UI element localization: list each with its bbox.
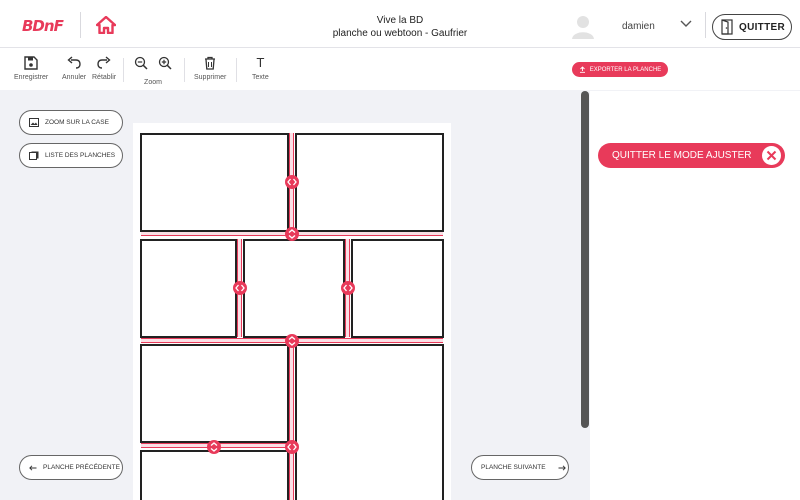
close-icon[interactable] — [762, 146, 781, 165]
redo-icon — [97, 56, 111, 69]
text-icon: T — [256, 56, 265, 70]
quit-label: QUITTER — [739, 21, 785, 33]
export-label: EXPORTER LA PLANCHE — [589, 66, 662, 73]
board-title: planche ou webtoon - Gaufrier — [332, 28, 468, 39]
resize-handle-horizontal[interactable] — [233, 281, 247, 295]
upload-icon — [579, 66, 585, 73]
resize-handle-vertical[interactable] — [285, 334, 299, 348]
boards-list-button[interactable]: LISTE DES PLANCHES — [19, 143, 123, 168]
zoom-group: Zoom — [132, 56, 174, 86]
door-exit-icon — [721, 19, 733, 35]
toolbar-divider — [123, 58, 124, 82]
redo-label: Rétablir — [92, 74, 117, 81]
zoom-in-button[interactable] — [158, 56, 172, 75]
quit-button[interactable]: QUITTER — [712, 14, 792, 40]
resize-handle-vertical[interactable] — [285, 227, 299, 241]
toolbar-divider — [236, 58, 237, 82]
comic-panel[interactable] — [295, 133, 444, 232]
export-board-button[interactable]: EXPORTER LA PLANCHE — [572, 62, 668, 77]
save-label: Enregistrer — [14, 74, 49, 81]
header-divider — [80, 12, 81, 38]
delete-button[interactable]: Supprimer — [194, 56, 226, 81]
zoom-out-icon — [134, 56, 148, 70]
header-divider — [705, 12, 706, 38]
comic-panel[interactable] — [351, 239, 444, 338]
save-button[interactable]: Enregistrer — [14, 56, 48, 81]
text-button[interactable]: T Texte — [252, 56, 269, 81]
image-icon — [29, 118, 39, 127]
gutter-vertical — [289, 343, 294, 500]
avatar[interactable] — [570, 13, 596, 39]
zoom-on-panel-button[interactable]: ZOOM SUR LA CASE — [19, 110, 123, 135]
quit-adjust-mode-button[interactable]: QUITTER LE MODE AJUSTER — [598, 143, 785, 168]
save-icon — [24, 56, 38, 70]
project-title: Vive la BD — [376, 15, 424, 26]
comic-board — [133, 123, 451, 500]
username[interactable]: damien — [622, 21, 655, 32]
undo-button[interactable]: Annuler — [62, 56, 86, 81]
text-label: Texte — [252, 74, 269, 81]
toolbar: Enregistrer Annuler Rétablir Zoom Suppri… — [0, 48, 800, 90]
next-board-button[interactable]: PLANCHE SUIVANTE — [471, 455, 569, 480]
comic-panel[interactable] — [140, 239, 237, 338]
resize-handle-horizontal[interactable] — [285, 440, 299, 454]
redo-button[interactable]: Rétablir — [92, 56, 116, 81]
trash-icon — [205, 56, 216, 70]
resize-handle-horizontal[interactable] — [341, 281, 355, 295]
previous-board-button[interactable]: PLANCHE PRÉCÉDENTE — [19, 455, 123, 480]
zoom-label: Zoom — [144, 79, 162, 86]
zoom-on-panel-label: ZOOM SUR LA CASE — [45, 119, 109, 126]
comic-panel[interactable] — [140, 133, 289, 232]
next-board-label: PLANCHE SUIVANTE — [481, 464, 546, 471]
home-icon[interactable] — [96, 16, 116, 34]
arrow-left-icon — [29, 464, 37, 471]
undo-icon — [67, 56, 81, 69]
undo-label: Annuler — [62, 74, 87, 81]
previous-board-label: PLANCHE PRÉCÉDENTE — [43, 464, 120, 471]
scrollbar[interactable] — [581, 91, 589, 428]
resize-handle-vertical[interactable] — [207, 440, 221, 454]
arrow-right-icon — [558, 464, 566, 471]
delete-label: Supprimer — [194, 74, 227, 81]
zoom-in-icon — [158, 56, 172, 70]
toolbar-divider — [184, 58, 185, 82]
comic-panel[interactable] — [295, 344, 444, 500]
brand-logo[interactable]: BDnF — [22, 17, 64, 35]
top-header: BDnF Vive la BD planche ou webtoon - Gau… — [0, 0, 800, 48]
resize-handle-horizontal[interactable] — [285, 175, 299, 189]
zoom-out-button[interactable] — [134, 56, 148, 75]
quit-adjust-mode-label: QUITTER LE MODE AJUSTER — [612, 150, 752, 161]
pages-icon — [29, 151, 39, 160]
comic-panel[interactable] — [140, 344, 289, 443]
document-title: Vive la BD planche ou webtoon - Gaufrier — [280, 14, 520, 40]
comic-panel[interactable] — [140, 450, 289, 500]
boards-list-label: LISTE DES PLANCHES — [45, 152, 116, 159]
comic-panel[interactable] — [243, 239, 345, 338]
chevron-down-icon[interactable] — [680, 20, 692, 28]
